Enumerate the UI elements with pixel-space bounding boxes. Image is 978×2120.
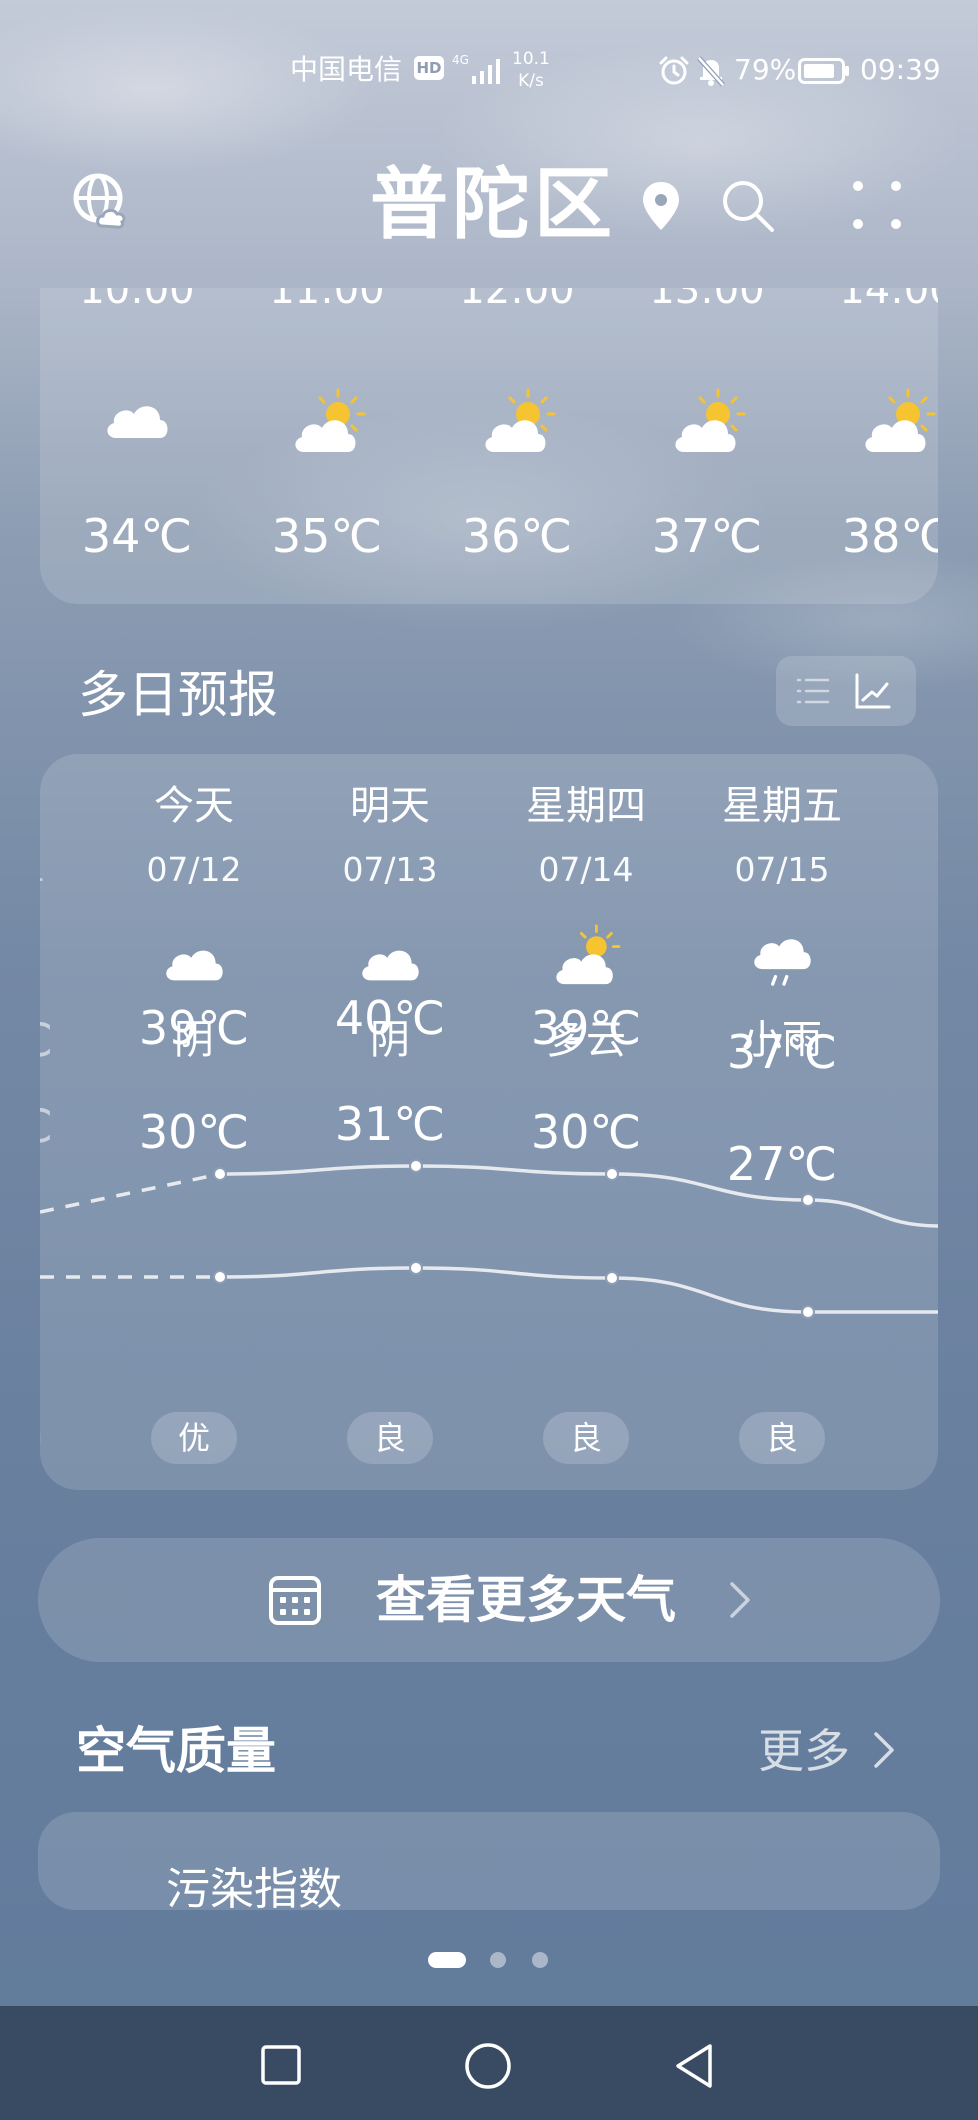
day-date: 07/14 xyxy=(538,850,634,889)
partly-sunny-icon xyxy=(556,924,621,985)
clock: 09:39 xyxy=(860,53,941,86)
battery-icon xyxy=(798,58,849,84)
air-quality-card[interactable]: 污染指数 xyxy=(38,1812,940,1910)
day-item: 星期四 07/14 多云 39℃ 30℃ 良 xyxy=(488,754,684,1490)
chart-view-icon[interactable] xyxy=(854,672,892,710)
list-view-icon[interactable] xyxy=(796,674,830,708)
day-name: 星期四 xyxy=(526,783,646,829)
cloudy-icon xyxy=(166,950,223,981)
cloudy-icon xyxy=(107,406,168,438)
day-name: 今天 xyxy=(154,783,234,829)
chevron-right-icon xyxy=(730,1582,750,1618)
recent-apps-icon[interactable] xyxy=(260,2044,302,2086)
mute-bell-icon xyxy=(697,56,725,87)
day-date: 07/12 xyxy=(146,850,242,889)
home-icon[interactable] xyxy=(464,2042,512,2090)
hour-time: 12:00 xyxy=(459,288,575,313)
day-low-temp: 27℃ xyxy=(726,1137,838,1191)
hourly-forecast-card[interactable]: 10:00 34℃ 11:00 35℃ 12:00 36℃ 13:00 37℃ … xyxy=(40,288,938,604)
day-low-temp: 27℃ xyxy=(40,1096,96,1156)
day-high-temp: 37℃ xyxy=(726,1025,838,1079)
page-indicator xyxy=(0,1950,978,1970)
aqi-badge: 良 xyxy=(739,1412,825,1464)
day-high-temp: 39℃ xyxy=(138,1001,250,1055)
day-low-temp: 30℃ xyxy=(138,1105,250,1159)
status-bar: 中国电信 HD 4G 10.1 K/s 79% 09:39 xyxy=(0,40,978,100)
aqi-badge: 优 xyxy=(40,1412,41,1464)
page-dot xyxy=(532,1952,548,1968)
globe-weather-icon[interactable] xyxy=(72,172,132,232)
signal-icon xyxy=(472,59,500,84)
day-high-temp: 40℃ xyxy=(334,991,446,1045)
hd-badge: HD xyxy=(414,56,444,80)
day-date: 07/15 xyxy=(734,850,830,889)
partly-sunny-icon xyxy=(675,388,746,452)
day-item: 昨天07/11小雨37℃27℃优 xyxy=(40,754,96,1490)
speed-unit: K/s xyxy=(518,71,544,91)
more-dots-icon[interactable] xyxy=(852,180,902,230)
view-toggle[interactable] xyxy=(776,656,916,726)
hour-temp: 34℃ xyxy=(81,509,193,563)
cloudy-icon xyxy=(362,950,419,981)
day-name: 昨天 xyxy=(40,778,96,834)
day-date: 07/13 xyxy=(342,850,438,889)
location-pin-icon xyxy=(643,182,679,230)
aqi-badge: 良 xyxy=(347,1412,433,1464)
header: 普陀区 xyxy=(0,150,978,260)
partly-sunny-icon xyxy=(865,388,936,452)
partly-sunny-icon xyxy=(295,388,366,452)
hour-time: 10:00 xyxy=(79,288,195,313)
hour-time: 11:00 xyxy=(269,288,385,313)
hour-time: 14:00 xyxy=(839,288,938,313)
aqi-badge: 优 xyxy=(151,1412,237,1464)
hour-temp: 37℃ xyxy=(651,509,763,563)
page-dot xyxy=(490,1952,506,1968)
partly-sunny-icon xyxy=(485,388,556,452)
alarm-icon xyxy=(659,56,689,85)
hour-temp: 38℃ xyxy=(841,509,938,563)
more-weather-button[interactable]: 查看更多天气 xyxy=(38,1538,940,1662)
speed-value: 10.1 xyxy=(512,49,550,69)
air-quality-title: 空气质量 xyxy=(76,1722,276,1780)
day-item: 今天 07/12 阴 39℃ 30℃ 优 xyxy=(96,754,292,1490)
more-weather-label: 查看更多天气 xyxy=(376,1571,676,1629)
day-item: 星期五 07/15 小雨 37℃ 27℃ 良 xyxy=(684,754,880,1490)
hour-temp: 35℃ xyxy=(271,509,383,563)
city-title[interactable]: 普陀区 xyxy=(370,150,616,260)
air-quality-more-link[interactable]: 更多 xyxy=(758,1716,850,1786)
day-low-temp: 30℃ xyxy=(530,1105,642,1159)
day-item: 明天 07/13 阴 40℃ 31℃ 良 xyxy=(292,754,488,1490)
hour-temp: 36℃ xyxy=(461,509,573,563)
network-type: 4G xyxy=(452,53,469,67)
aqi-badge: 良 xyxy=(543,1412,629,1464)
day-high-temp: 39℃ xyxy=(530,1001,642,1055)
calendar-icon xyxy=(269,1576,321,1625)
day-low-temp: 31℃ xyxy=(334,1097,446,1151)
back-icon[interactable] xyxy=(672,2042,716,2090)
search-icon[interactable] xyxy=(720,178,776,234)
day-name: 明天 xyxy=(350,783,430,829)
rain-icon xyxy=(754,939,811,986)
hour-time: 13:00 xyxy=(649,288,765,313)
daily-forecast-card[interactable]: 昨天07/11小雨37℃27℃优今天07/12阴39℃30℃优明天07/13阴4… xyxy=(40,754,938,1490)
system-nav-bar xyxy=(0,2006,978,2120)
day-high-temp: 37℃ xyxy=(40,1010,96,1070)
pollution-index-label: 污染指数 xyxy=(166,1864,342,1910)
battery-percent: 79% xyxy=(734,53,797,86)
daily-forecast-title: 多日预报 xyxy=(78,666,278,724)
chevron-right-icon[interactable] xyxy=(872,1730,896,1770)
page-dot-active xyxy=(428,1952,466,1968)
day-name: 星期五 xyxy=(722,783,842,829)
network-speed: 10.1 K/s xyxy=(512,48,550,92)
day-date: 07/11 xyxy=(40,846,96,894)
carrier-name: 中国电信 xyxy=(290,53,403,86)
